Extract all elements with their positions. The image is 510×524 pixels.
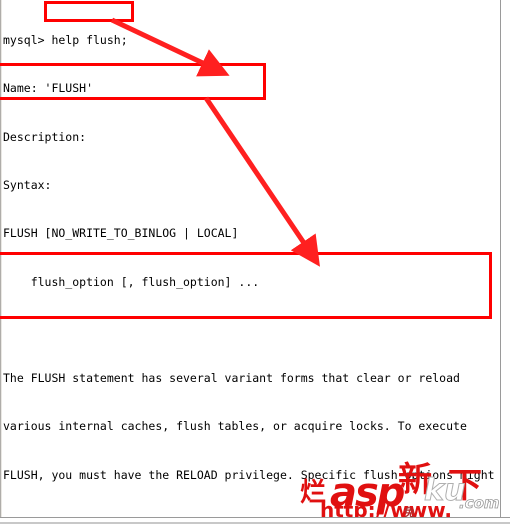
output-line: Name: 'FLUSH' <box>3 81 94 96</box>
output-line: FLUSH [NO_WRITE_TO_BINLOG | LOCAL] <box>3 226 239 241</box>
typed-command: help flush; <box>44 33 128 48</box>
mysql-console-screenshot: mysql> help flush; Name: 'FLUSH' Descrip… <box>0 0 510 524</box>
prompt-label: mysql> <box>3 33 45 48</box>
output-line: The FLUSH statement has several variant … <box>3 371 460 386</box>
window-border-left <box>0 0 2 524</box>
output-line: flush_option [, flush_option] ... <box>3 274 260 289</box>
output-line: various internal caches, flush tables, o… <box>3 419 467 434</box>
window-scrollbar-area[interactable] <box>500 0 510 524</box>
output-line: FLUSH, you must have the RELOAD privileg… <box>3 467 495 482</box>
prompt-line: mysql> help flush; <box>3 32 495 48</box>
output-line: Description: <box>3 129 87 144</box>
output-line: Syntax: <box>3 178 52 193</box>
window-border-bottom <box>0 517 510 524</box>
console-output-area[interactable]: mysql> help flush; Name: 'FLUSH' Descrip… <box>3 0 495 524</box>
